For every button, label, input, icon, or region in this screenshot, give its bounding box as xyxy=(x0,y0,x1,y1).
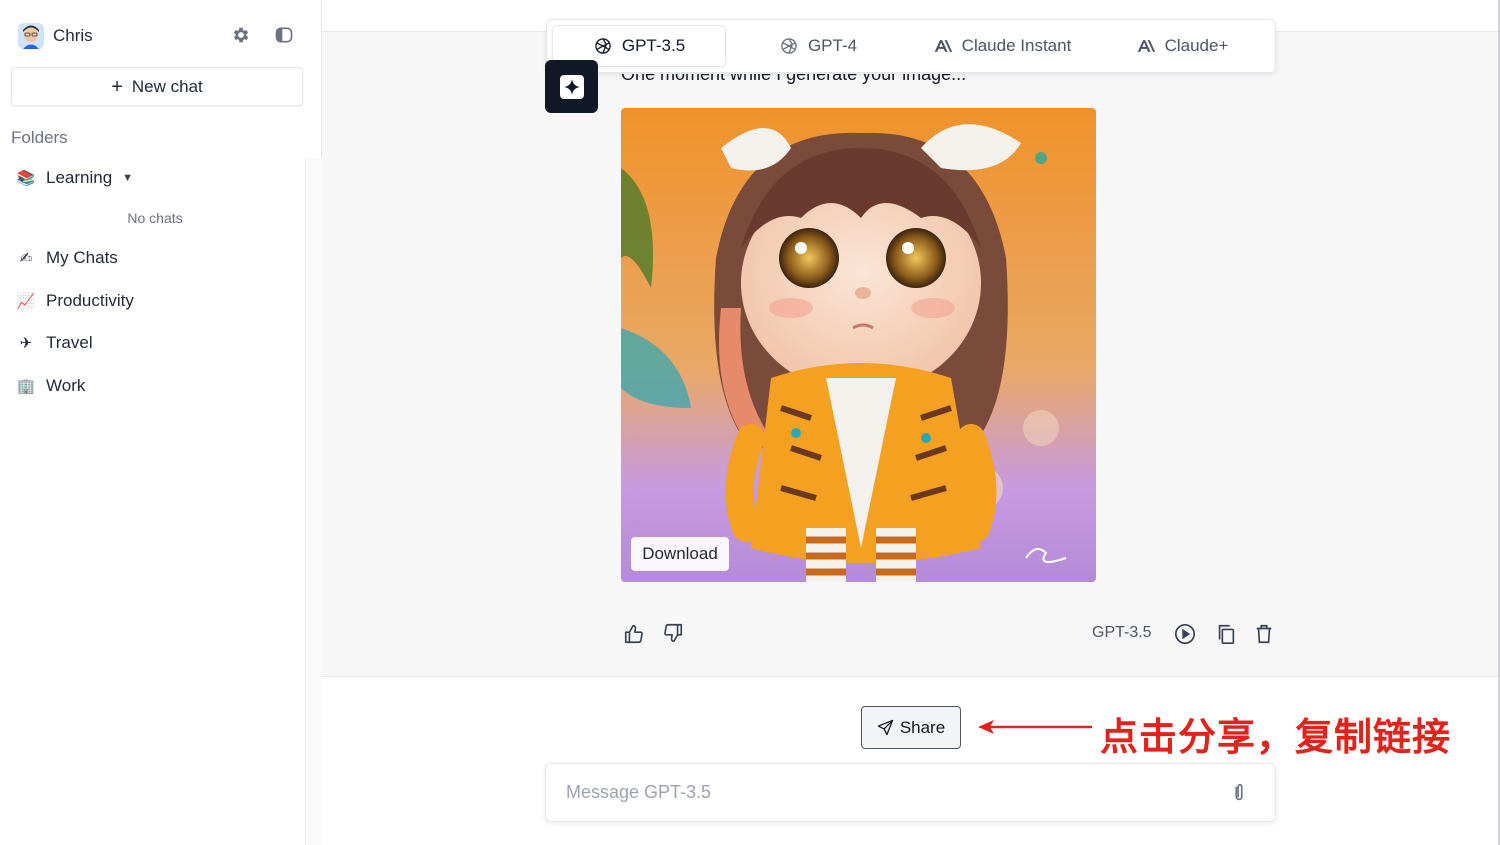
plus-icon: + xyxy=(111,75,123,98)
message-input[interactable] xyxy=(546,764,1206,821)
no-chats-text: No chats xyxy=(127,210,183,226)
sparkle-icon xyxy=(559,74,584,99)
tab-label: GPT-4 xyxy=(807,36,858,55)
anthropic-icon xyxy=(1137,40,1155,52)
openai-icon xyxy=(781,38,797,54)
copy-icon[interactable] xyxy=(1215,623,1237,645)
folder-label: Productivity xyxy=(46,291,134,310)
writing-hand-icon: ✍ xyxy=(19,250,33,267)
thumbs-up-icon[interactable] xyxy=(623,623,645,645)
tab-label: GPT-3.5 xyxy=(621,36,686,55)
thumbs-down-icon[interactable] xyxy=(662,622,684,644)
tab-label: Claude Instant xyxy=(961,36,1072,55)
send-icon xyxy=(877,719,894,736)
folder-label: My Chats xyxy=(46,248,118,267)
folder-label: Work xyxy=(46,376,86,395)
download-button[interactable]: Download xyxy=(631,537,729,571)
avatar xyxy=(18,23,44,49)
new-chat-label: New chat xyxy=(131,76,203,96)
office-building-icon: 🏢 xyxy=(16,378,36,395)
user-name: Chris xyxy=(53,26,93,45)
message-composer xyxy=(545,763,1276,822)
chart-increasing-icon: 📈 xyxy=(16,293,36,310)
folder-work[interactable]: 🏢 Work xyxy=(16,373,86,399)
app: Chris + New chat Folders 📚 Learning ▼ No… xyxy=(0,0,1500,845)
caret-down-icon[interactable]: ▼ xyxy=(122,172,133,184)
tab-claude-instant[interactable]: Claude Instant xyxy=(910,25,1094,67)
sidebar-toggle-icon[interactable] xyxy=(274,25,294,45)
user-profile[interactable]: Chris xyxy=(18,22,298,50)
anthropic-icon xyxy=(934,40,952,52)
folder-learning[interactable]: 📚 Learning ▼ xyxy=(16,165,133,191)
new-chat-button[interactable]: + New chat xyxy=(11,67,303,106)
sidebar: Chris + New chat Folders 📚 Learning ▼ No… xyxy=(0,0,322,845)
airplane-icon: ✈ xyxy=(19,335,33,352)
folder-productivity[interactable]: 📈 Productivity xyxy=(16,288,134,314)
folder-travel[interactable]: ✈ Travel xyxy=(16,330,93,356)
openai-icon xyxy=(595,38,611,54)
play-icon[interactable] xyxy=(1174,623,1196,645)
folders-heading: Folders xyxy=(11,128,68,147)
generated-image: Download xyxy=(621,108,1096,582)
model-selector: GPT-3.5 GPT-4 Claude Instant Claude+ xyxy=(546,19,1276,73)
folder-label: Learning xyxy=(46,168,113,187)
paperclip-icon[interactable] xyxy=(1228,782,1250,804)
folder-label: Travel xyxy=(46,333,93,352)
share-button[interactable]: Share xyxy=(861,706,961,749)
tab-claude-plus[interactable]: Claude+ xyxy=(1094,25,1270,67)
gear-icon[interactable] xyxy=(231,25,251,45)
share-label: Share xyxy=(899,717,946,737)
tab-gpt-4[interactable]: GPT-4 xyxy=(726,25,910,67)
bot-avatar xyxy=(545,60,598,113)
message-model-label: GPT-3.5 xyxy=(1092,624,1152,641)
chat-main: GPT-3.5 GPT-4 Claude Instant Claude+ One… xyxy=(322,0,1500,845)
annotation-arrow xyxy=(978,720,1092,734)
tab-label: Claude+ xyxy=(1164,36,1229,55)
books-icon: 📚 xyxy=(16,170,36,187)
sidebar-scrollbar[interactable] xyxy=(305,158,322,845)
folder-my-chats[interactable]: ✍ My Chats xyxy=(16,245,118,271)
annotation-text: 点击分享，复制链接 xyxy=(1100,717,1452,759)
trash-icon[interactable] xyxy=(1253,623,1275,645)
